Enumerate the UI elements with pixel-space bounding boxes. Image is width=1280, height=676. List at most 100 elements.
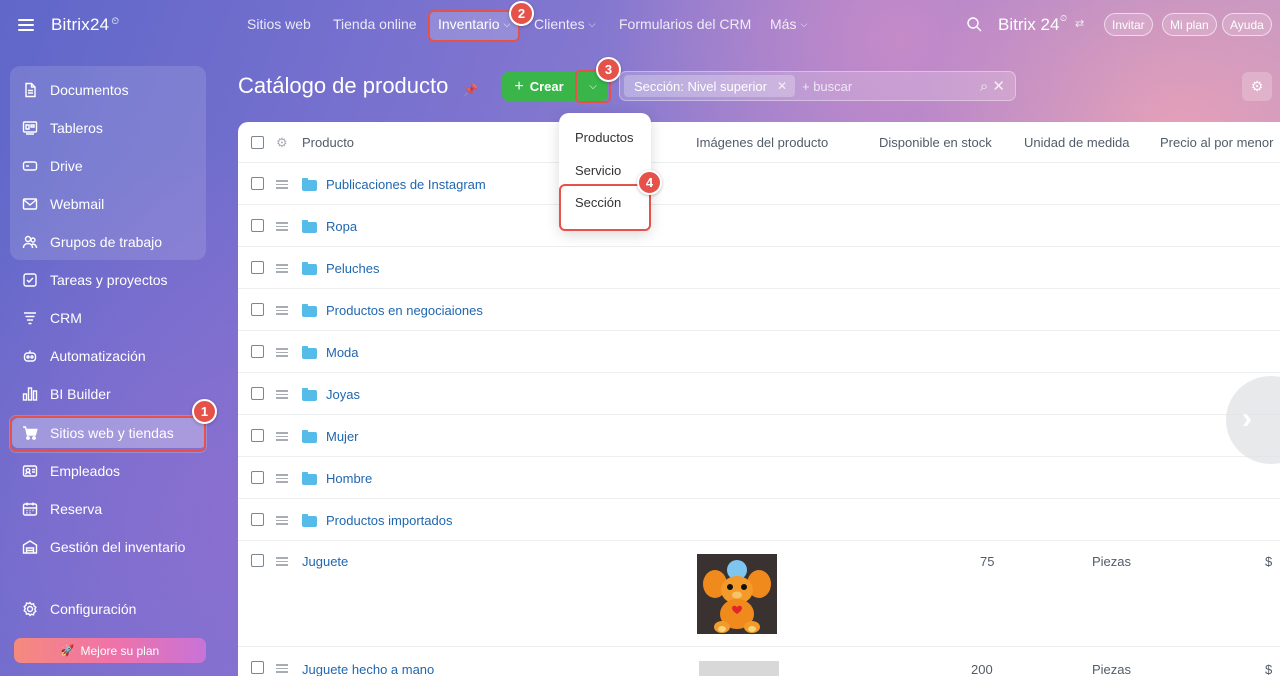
settings-toggle-icon[interactable]: ⇄: [1075, 17, 1084, 30]
section-link[interactable]: Productos en negociaiones: [326, 303, 483, 318]
sidebar-item-empleados[interactable]: Empleados: [12, 456, 208, 486]
select-all-checkbox[interactable]: [251, 136, 264, 149]
menu-burger-icon[interactable]: [18, 19, 34, 31]
row-checkbox[interactable]: [251, 513, 264, 526]
row-checkbox[interactable]: [251, 471, 264, 484]
section-link[interactable]: Peluches: [326, 261, 379, 276]
dropdown-item-servicio[interactable]: Servicio: [575, 163, 621, 178]
gear-icon: [22, 601, 38, 617]
product-price: $: [1265, 554, 1273, 569]
section-link[interactable]: Productos importados: [326, 513, 452, 528]
document-icon: [22, 82, 38, 98]
sidebar-item-tableros[interactable]: Tableros: [12, 113, 208, 143]
header-imagenes[interactable]: Imágenes del producto: [696, 135, 828, 150]
filter-bar[interactable]: Sección: Nivel superior ✕ + buscar ⌕ ✕: [619, 71, 1016, 101]
pin-icon[interactable]: 📌: [463, 83, 478, 97]
row-checkbox[interactable]: [251, 177, 264, 190]
drag-handle-icon[interactable]: [276, 264, 288, 273]
sidebar-item-bi-builder[interactable]: BI Builder: [12, 379, 208, 409]
sidebar-item-documentos[interactable]: Documentos: [12, 75, 208, 105]
product-unit: Piezas: [1092, 554, 1132, 569]
row-checkbox[interactable]: [251, 219, 264, 232]
product-image-teddy[interactable]: [697, 554, 777, 634]
drag-handle-icon[interactable]: [276, 390, 288, 399]
sidebar-item-label: Gestión del inventario: [50, 539, 186, 555]
product-link[interactable]: Juguete: [302, 554, 348, 569]
row-checkbox[interactable]: [251, 261, 264, 274]
invite-button[interactable]: Invitar: [1104, 13, 1153, 36]
header-unidad[interactable]: Unidad de medida: [1024, 135, 1130, 150]
section-link[interactable]: Ropa: [326, 219, 357, 234]
row-checkbox[interactable]: [251, 303, 264, 316]
help-button[interactable]: Ayuda: [1222, 13, 1272, 36]
sidebar-item-reserva[interactable]: Reserva: [12, 494, 208, 524]
create-button[interactable]: + Crear: [502, 72, 576, 101]
filter-search-icons[interactable]: ⌕ ✕: [980, 77, 1005, 95]
chevron-down-icon: ⌵: [588, 19, 596, 29]
drag-handle-icon[interactable]: [276, 432, 288, 441]
header-stock[interactable]: Disponible en stock: [879, 135, 992, 150]
nav-item-sitios-web[interactable]: Sitios web: [247, 16, 311, 32]
sidebar-item-inventario[interactable]: Gestión del inventario: [12, 532, 208, 562]
sidebar-item-drive[interactable]: Drive: [12, 151, 208, 181]
sidebar-item-tareas[interactable]: Tareas y proyectos: [12, 265, 208, 295]
page-settings-button[interactable]: ⚙: [1242, 72, 1272, 101]
crm-icon: [22, 310, 38, 326]
drag-handle-icon[interactable]: [276, 664, 288, 673]
brand-clock-icon: ⏲: [1060, 13, 1068, 23]
app-logo[interactable]: Bitrix24: [51, 15, 109, 35]
calendar-icon: [22, 501, 38, 517]
search-icon[interactable]: [967, 17, 982, 32]
dropdown-item-productos[interactable]: Productos: [575, 130, 634, 145]
upgrade-button[interactable]: 🚀 Mejore su plan: [14, 638, 206, 663]
sidebar-item-label: Tareas y proyectos: [50, 272, 168, 288]
search-input[interactable]: + buscar: [802, 79, 852, 94]
table-row: Hombre: [238, 457, 1280, 499]
sidebar-item-crm[interactable]: CRM: [12, 303, 208, 333]
folder-icon: [302, 178, 317, 191]
product-link[interactable]: Juguete hecho a mano: [302, 662, 434, 676]
header-precio[interactable]: Precio al por menor: [1160, 135, 1273, 150]
inventory-icon: [22, 539, 38, 555]
gear-icon: ⚙: [1250, 78, 1264, 94]
sidebar-item-label: Grupos de trabajo: [50, 234, 163, 250]
my-plan-button[interactable]: Mi plan: [1162, 13, 1217, 36]
drag-handle-icon[interactable]: [276, 474, 288, 483]
sidebar-item-automatizacion[interactable]: Automatización: [12, 341, 208, 371]
nav-item-mas[interactable]: Más ⌵: [770, 16, 807, 32]
row-checkbox[interactable]: [251, 345, 264, 358]
employees-icon: [22, 463, 38, 479]
drag-handle-icon[interactable]: [276, 222, 288, 231]
section-link[interactable]: Moda: [326, 345, 359, 360]
drag-handle-icon[interactable]: [276, 516, 288, 525]
drag-handle-icon[interactable]: [276, 557, 288, 566]
gear-icon[interactable]: ⚙: [276, 135, 288, 151]
sidebar-item-grupos[interactable]: Grupos de trabajo: [12, 227, 208, 257]
nav-item-tienda-online[interactable]: Tienda online: [333, 16, 417, 32]
filter-chip[interactable]: Sección: Nivel superior ✕: [624, 75, 796, 97]
product-image-handmade[interactable]: [699, 661, 779, 676]
section-link[interactable]: Hombre: [326, 471, 372, 486]
drag-handle-icon[interactable]: [276, 306, 288, 315]
product-unit: Piezas: [1092, 662, 1132, 676]
section-link[interactable]: Mujer: [326, 429, 359, 444]
section-link[interactable]: Joyas: [326, 387, 360, 402]
table-row: Publicaciones de Instagram: [238, 163, 1280, 205]
nav-item-inventario[interactable]: Inventario ⌵: [438, 16, 510, 32]
nav-item-clientes[interactable]: Clientes ⌵: [534, 16, 595, 32]
drive-icon: [22, 158, 38, 174]
row-checkbox[interactable]: [251, 387, 264, 400]
close-icon[interactable]: ✕: [777, 79, 787, 93]
sidebar-settings[interactable]: Configuración: [12, 594, 208, 624]
sidebar-item-label: BI Builder: [50, 386, 111, 402]
row-checkbox[interactable]: [251, 661, 264, 674]
row-checkbox[interactable]: [251, 429, 264, 442]
sidebar-item-webmail[interactable]: Webmail: [12, 189, 208, 219]
drag-handle-icon[interactable]: [276, 348, 288, 357]
nav-item-formularios[interactable]: Formularios del CRM: [619, 16, 751, 32]
section-link[interactable]: Publicaciones de Instagram: [326, 177, 486, 192]
table-row: Ropa: [238, 205, 1280, 247]
header-producto[interactable]: Producto: [302, 135, 354, 150]
drag-handle-icon[interactable]: [276, 180, 288, 189]
row-checkbox[interactable]: [251, 554, 264, 567]
